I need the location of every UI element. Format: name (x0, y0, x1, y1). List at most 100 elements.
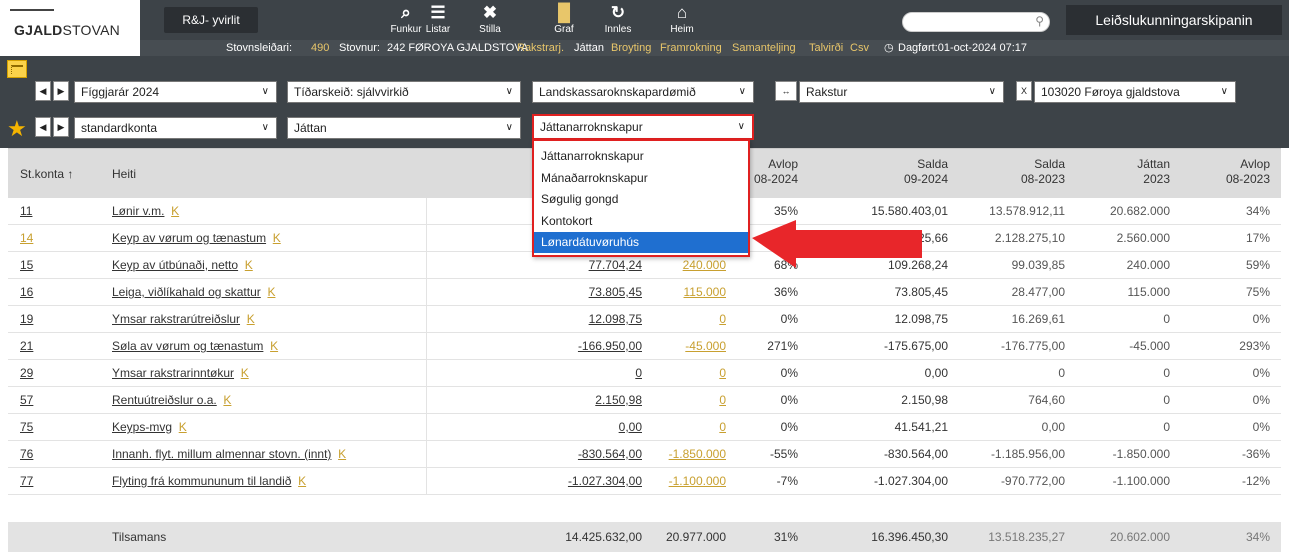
k-link[interactable]: K (247, 312, 255, 326)
dropdown-option[interactable]: Mánaðarroknskapur (534, 168, 748, 189)
account-number-link[interactable]: 76 (20, 441, 33, 468)
report-select[interactable]: Landskassaroknskapardømið ∨ (532, 81, 754, 103)
refresh-icon: ↻ (610, 3, 626, 22)
actual-value-link[interactable]: -830.564,00 (528, 441, 642, 468)
nav-graf[interactable]: ▐▌ Graf (538, 2, 590, 38)
link-talvirdi[interactable]: Talvirði (809, 40, 843, 56)
actual-value-link[interactable]: 12.098,75 (528, 306, 642, 333)
clear-button[interactable]: X (1016, 81, 1032, 101)
link-rakstrarj[interactable]: Rakstrarj. (517, 40, 564, 56)
actual-value-link[interactable]: 0 (528, 360, 642, 387)
actual-value-link[interactable]: 2.150,98 (528, 387, 642, 414)
org-select[interactable]: 103020 Føroya gjaldstova ∨ (1034, 81, 1236, 103)
budget-value-link[interactable]: -1.850.000 (648, 441, 726, 468)
salda-2023-cell: -176.775,00 (1000, 339, 1065, 353)
dropdown-option[interactable]: Søgulig gongd (534, 189, 748, 210)
account-name[interactable]: Flyting frá kommununum til landið K (112, 468, 306, 495)
dropdown-option[interactable]: Játtanarroknskapur (534, 146, 748, 167)
prev-year-button[interactable]: ◀ (35, 81, 51, 101)
account-number-link[interactable]: 57 (20, 387, 33, 414)
type-select[interactable]: Rakstur ∨ (799, 81, 1004, 103)
link-jattan[interactable]: Játtan (574, 40, 604, 56)
nav-heim[interactable]: ⌂ Heim (656, 2, 708, 38)
budget-value-link[interactable]: 115.000 (648, 279, 727, 306)
account-number-link[interactable]: 19 (20, 306, 33, 333)
leidsla-button[interactable]: Leiðslukunningarskipanin (1066, 5, 1282, 35)
k-link[interactable]: K (273, 231, 281, 245)
calendar-icon[interactable] (7, 60, 27, 78)
nav-innles[interactable]: ↻ Innles (592, 2, 644, 38)
jattan-2023-cell: 115.000 (1127, 285, 1171, 299)
k-link[interactable]: K (270, 339, 278, 353)
total-row: Tilsamans 14.425.632,00 20.977.000 31% 1… (8, 522, 1281, 552)
account-name[interactable]: Innanh. flyt. millum almennar stovn. (in… (112, 441, 346, 468)
account-number-link[interactable]: 75 (20, 414, 33, 441)
nav-stilla[interactable]: ✖ Stilla (464, 2, 516, 38)
prev-konta-button[interactable]: ◀ (35, 117, 51, 137)
salda-cell: -1.027.304,00 (873, 474, 948, 488)
account-number-link[interactable]: 14 (20, 225, 33, 252)
account-number-link[interactable]: 15 (20, 252, 33, 279)
budget-value-link[interactable]: 0 (648, 387, 726, 414)
account-number-link[interactable]: 29 (20, 360, 33, 387)
actual-value-link[interactable]: 0,00 (528, 414, 642, 441)
account-number-link[interactable]: 21 (20, 333, 33, 360)
account-number-link[interactable]: 11 (20, 198, 32, 225)
star-icon[interactable]: ★ (7, 118, 27, 140)
dropdown-option[interactable]: Lønardátuvøruhús (534, 232, 748, 254)
search-input[interactable]: ⚲ (902, 12, 1050, 32)
account-name[interactable]: Rentuútreiðslur o.a. K (112, 387, 231, 414)
link-csv[interactable]: Csv (850, 40, 869, 56)
account-name[interactable]: Lønir v.m. K (112, 198, 179, 225)
view-select[interactable]: Játtanarroknskapur ∨ (532, 114, 754, 140)
actual-value-link[interactable]: -166.950,00 (528, 333, 642, 360)
budget-value-link[interactable]: -45.000 (648, 333, 726, 360)
account-number-link[interactable]: 77 (20, 468, 33, 495)
k-link[interactable]: K (179, 420, 187, 434)
k-link[interactable]: K (298, 474, 306, 488)
budget-value-link[interactable]: 0 (648, 360, 726, 387)
year-select[interactable]: Fíggjarár 2024 ∨ (74, 81, 277, 103)
budget-value-link[interactable]: 0 (648, 414, 726, 441)
rj-overview-button[interactable]: R&J- yvirlit (164, 7, 258, 33)
link-samanteljing[interactable]: Samanteljing (732, 40, 796, 56)
account-name[interactable]: Ymsar rakstrarinntøkur K (112, 360, 249, 387)
jattan-select[interactable]: Játtan ∨ (287, 117, 521, 139)
logo[interactable]: GJALDSTOVAN (0, 0, 150, 56)
avlop-2023-cell: 75% (1245, 285, 1270, 299)
avlop-2023-cell: 34% (1245, 204, 1270, 218)
account-name[interactable]: Ymsar rakstrarútreiðslur K (112, 306, 255, 333)
k-link[interactable]: K (267, 285, 275, 299)
avlop-cell: 271% (767, 339, 798, 353)
k-link[interactable]: K (223, 393, 231, 407)
dropdown-option[interactable]: Kontokort (534, 211, 748, 232)
link-broyting[interactable]: Broyting (611, 40, 651, 56)
account-name[interactable]: Keyp av vørum og tænastum K (112, 225, 281, 252)
account-name[interactable]: Leiga, viðlíkahald og skattur K (112, 279, 275, 306)
k-link[interactable]: K (245, 258, 253, 272)
period-select[interactable]: Tíðarskeið: sjálvvirkið ∨ (287, 81, 521, 103)
actual-value-link[interactable]: 73.805,45 (528, 279, 642, 306)
nav-listar[interactable]: ☰ Listar (412, 2, 464, 38)
next-konta-button[interactable]: ▶ (53, 117, 69, 137)
list-icon: ☰ (430, 3, 446, 22)
k-link[interactable]: K (338, 447, 346, 461)
home-icon: ⌂ (676, 3, 688, 22)
account-name[interactable]: Keyp av útbúnaði, netto K (112, 252, 253, 279)
account-name[interactable]: Søla av vørum og tænastum K (112, 333, 278, 360)
konta-select[interactable]: standardkonta ∨ (74, 117, 277, 139)
search-icon: ⚲ (1035, 14, 1044, 28)
swap-button[interactable]: ↔ (775, 81, 797, 101)
budget-value-link[interactable]: 0 (648, 306, 726, 333)
account-name[interactable]: Keyps-mvg K (112, 414, 187, 441)
k-link[interactable]: K (171, 204, 179, 218)
jattan-2023-cell: 0 (1163, 420, 1170, 434)
budget-value-link[interactable]: -1.100.000 (648, 468, 726, 495)
actual-value-link[interactable]: -1.027.304,00 (528, 468, 642, 495)
account-number-link[interactable]: 16 (20, 279, 33, 306)
link-framrokning[interactable]: Framrokning (660, 40, 722, 56)
k-link[interactable]: K (241, 366, 249, 380)
salda-2023-cell: 2.128.275,10 (994, 231, 1065, 245)
sort-stkonta[interactable]: St.konta ↑ (20, 167, 73, 182)
next-year-button[interactable]: ▶ (53, 81, 69, 101)
